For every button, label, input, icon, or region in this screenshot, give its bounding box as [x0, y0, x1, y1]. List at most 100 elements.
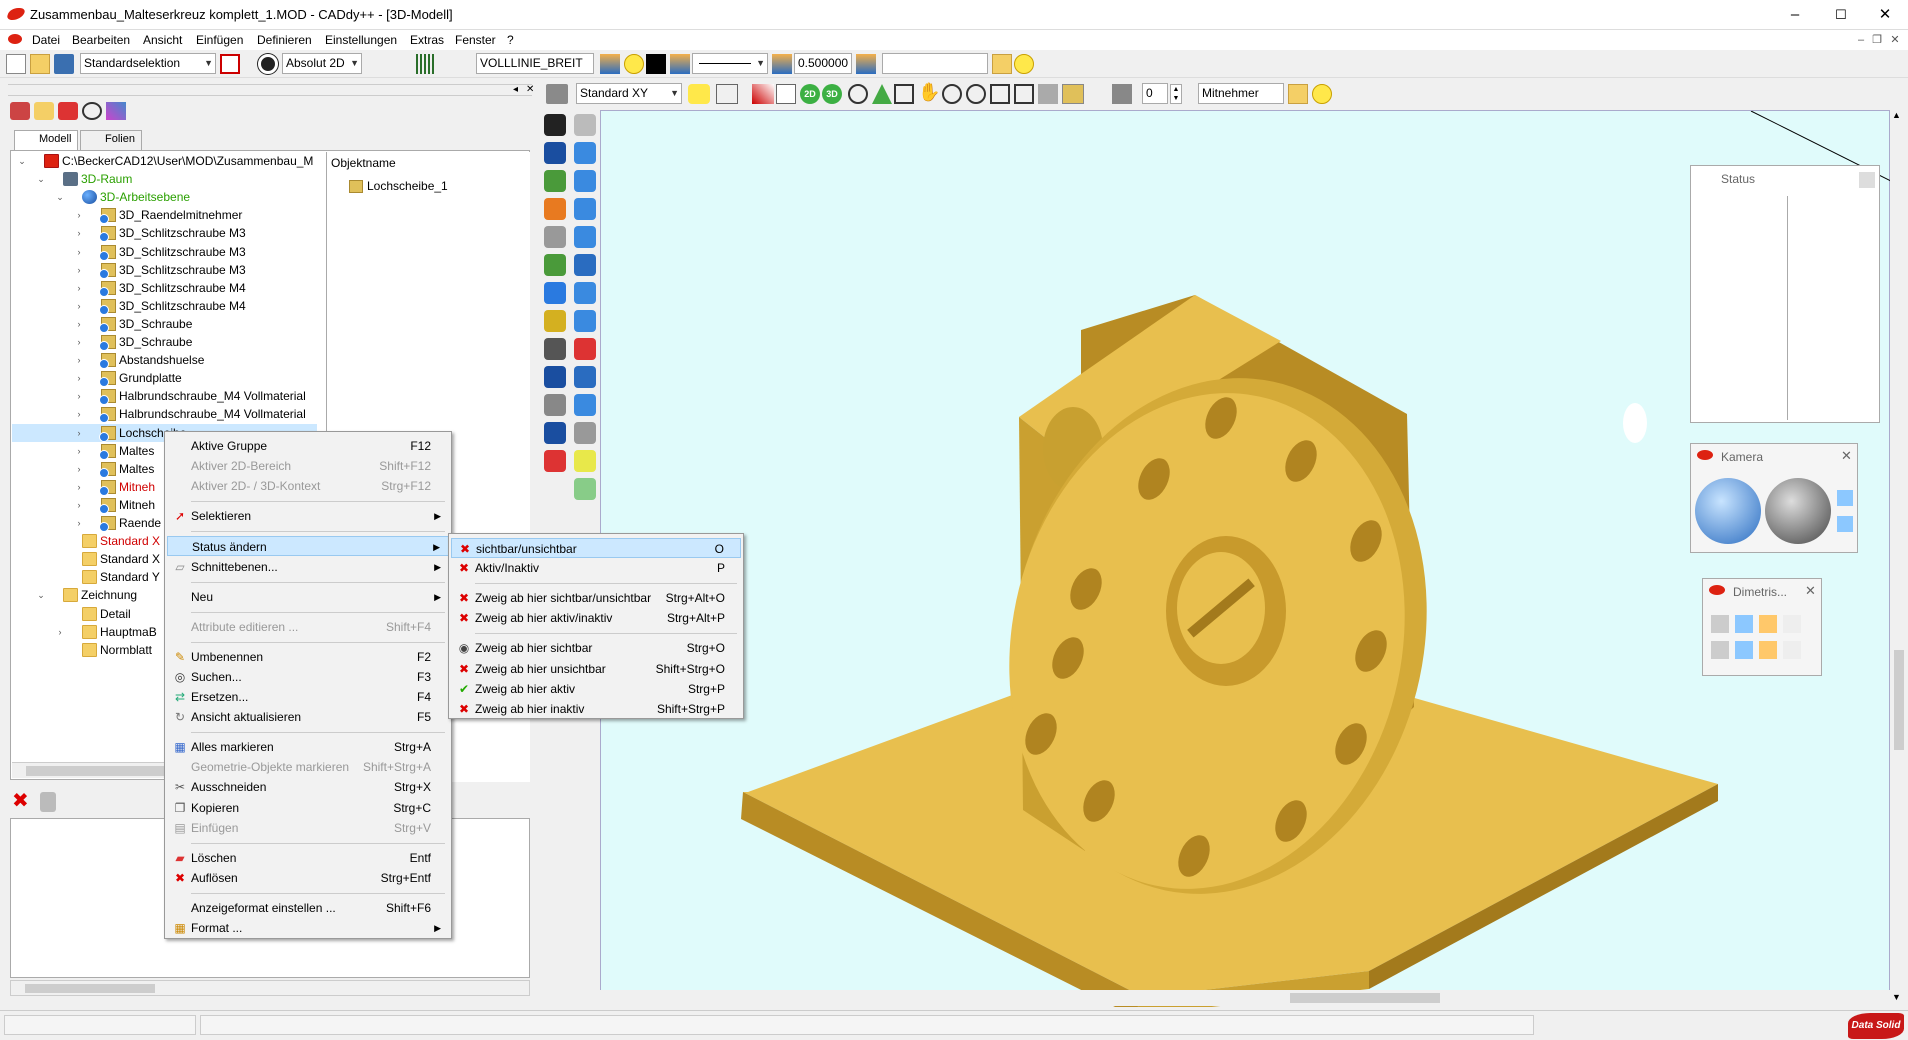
camera-cube1-icon[interactable] — [1837, 490, 1853, 506]
view-select[interactable]: Standard XY ▼ — [576, 83, 682, 104]
menu-item[interactable]: Status ändern ▶ — [167, 536, 449, 557]
tool-icon[interactable] — [544, 226, 566, 248]
maximize-button[interactable]: ☐ — [1818, 0, 1864, 30]
tool-icon[interactable] — [544, 170, 566, 192]
status-panel-close[interactable] — [1859, 172, 1875, 188]
color-gray-icon[interactable] — [1112, 84, 1132, 104]
vscroll-down-icon[interactable]: ▼ — [1892, 992, 1901, 1002]
tree-node[interactable]: › 3D_Raendelmitnehmer — [12, 206, 317, 225]
menu-definieren[interactable]: Definieren — [257, 33, 312, 47]
num-spinner[interactable]: ▲ ▼ — [1170, 84, 1182, 104]
view-cube-6-icon[interactable] — [1735, 641, 1753, 659]
layer-stack-icon[interactable] — [670, 54, 690, 74]
left-hscroll[interactable] — [10, 980, 530, 996]
expander-icon[interactable]: › — [73, 424, 85, 442]
minimize-button[interactable]: – — [1772, 0, 1818, 30]
layer-stack-icon[interactable] — [600, 54, 620, 74]
layer-stack-icon[interactable] — [856, 54, 876, 74]
tree-hscroll-thumb[interactable] — [26, 766, 176, 776]
hand-tool-icon[interactable] — [58, 102, 78, 120]
hscroll-thumb[interactable] — [1290, 993, 1440, 1003]
tree-node[interactable]: › 3D_Schlitzschraube M3 — [12, 261, 317, 279]
zoom-prev-icon[interactable] — [1014, 84, 1034, 104]
menu-item[interactable]: ▦ Format ... ▶ — [167, 918, 449, 938]
object-item[interactable]: Lochscheibe_1 — [367, 179, 448, 193]
menu-item[interactable]: ◎ Suchen... F3 — [167, 667, 449, 687]
line-style-select[interactable]: ▼ — [692, 53, 768, 74]
menu-item[interactable]: ✖ Aktiv/Inaktiv P — [451, 558, 741, 578]
search-tool-icon[interactable] — [82, 102, 102, 120]
expander-icon[interactable]: › — [73, 496, 85, 514]
tree-node[interactable]: › 3D_Schlitzschraube M3 — [12, 243, 317, 261]
expander-icon[interactable]: › — [73, 514, 85, 532]
expander-icon[interactable]: › — [73, 442, 85, 460]
menu-item[interactable]: ✂ Ausschneiden Strg+X — [167, 777, 449, 797]
menu-help[interactable]: ? — [507, 33, 514, 47]
tool-icon[interactable] — [544, 338, 566, 360]
expander-icon[interactable]: › — [73, 297, 85, 315]
viewport-hscroll[interactable] — [600, 990, 1890, 1006]
menu-ansicht[interactable]: Ansicht — [143, 33, 182, 47]
view-cube-3-icon[interactable] — [1759, 615, 1777, 633]
tree-node[interactable]: › 3D_Schlitzschraube M3 — [12, 224, 317, 243]
btn-3d[interactable]: 3D — [822, 84, 842, 104]
view-cube-icon[interactable] — [546, 84, 568, 104]
grid-icon[interactable] — [416, 54, 436, 74]
camera-rotate-icon[interactable] — [1765, 478, 1831, 544]
pan-hand-icon[interactable]: ✋ — [918, 82, 940, 104]
tool-icon[interactable] — [544, 366, 566, 388]
tool-icon[interactable] — [574, 450, 596, 472]
expander-icon[interactable]: ⌄ — [16, 152, 28, 170]
menu-item[interactable]: ▦ Alles markieren Strg+A — [167, 737, 449, 757]
rotate-icon[interactable] — [848, 84, 868, 104]
tool-icon[interactable] — [574, 114, 596, 136]
tool-icon[interactable] — [574, 478, 596, 500]
dimetrisch-close-icon[interactable]: ✕ — [1805, 583, 1816, 599]
layer2-field[interactable]: Mitnehmer — [1198, 83, 1284, 104]
clipboard-icon[interactable] — [40, 792, 56, 812]
perspective-icon[interactable] — [872, 84, 892, 104]
tool-icon[interactable] — [574, 226, 596, 248]
tool-icon[interactable] — [544, 450, 566, 472]
tool-icon[interactable] — [544, 422, 566, 444]
expander-icon[interactable]: › — [73, 243, 85, 261]
vscroll-up-icon[interactable]: ▲ — [1892, 110, 1901, 120]
view-cube-1-icon[interactable] — [1711, 615, 1729, 633]
mdi-close-icon[interactable]: ✕ — [1886, 31, 1904, 49]
select-tool-icon[interactable] — [688, 84, 710, 104]
tool-icon[interactable] — [544, 198, 566, 220]
tree-node[interactable]: ⌄ 3D-Raum — [12, 170, 317, 188]
panel-pin-icon[interactable]: ◂ — [513, 84, 518, 95]
lightbulb-icon[interactable] — [1014, 54, 1034, 74]
pen-tool-icon[interactable] — [752, 84, 774, 104]
tree-node[interactable]: ⌄ C:\BeckerCAD12\User\MOD\Zusammenbau_M — [12, 152, 317, 170]
menu-item[interactable]: Aktive Gruppe F12 — [167, 436, 449, 456]
tool-icon[interactable] — [574, 366, 596, 388]
snap-icon[interactable] — [258, 54, 278, 74]
tree-node[interactable]: › Grundplatte — [12, 369, 317, 388]
menu-item[interactable]: ↻ Ansicht aktualisieren F5 — [167, 707, 449, 727]
close-button[interactable]: ✕ — [1862, 0, 1908, 30]
axis-tool-icon[interactable] — [716, 84, 738, 104]
menu-einstellungen[interactable]: Einstellungen — [325, 33, 397, 47]
btn-2d[interactable]: 2D — [800, 84, 820, 104]
lightbulb-icon[interactable] — [1312, 84, 1332, 104]
color-red-icon[interactable] — [220, 54, 240, 74]
expander-icon[interactable]: ⌄ — [35, 586, 47, 604]
tab-modell[interactable]: Modell — [14, 130, 79, 151]
panel-close-icon[interactable]: ✕ — [526, 84, 534, 95]
menu-item[interactable]: ✖ sichtbar/unsichtbar O — [451, 538, 741, 558]
tool-icon[interactable] — [544, 254, 566, 276]
view-cube-7-icon[interactable] — [1759, 641, 1777, 659]
expander-icon[interactable]: › — [54, 623, 66, 641]
left-hscroll-thumb[interactable] — [25, 984, 155, 993]
tool-icon[interactable] — [574, 142, 596, 164]
linewidth-field[interactable]: 0.500000 — [794, 53, 852, 74]
tree-node[interactable]: › Abstandshuelse — [12, 351, 317, 370]
expander-icon[interactable]: › — [73, 351, 85, 369]
delete-tool-icon[interactable] — [10, 102, 30, 120]
menu-item[interactable]: ✎ Umbenennen F2 — [167, 647, 449, 667]
tree-node[interactable]: ⌄ 3D-Arbeitsebene — [12, 188, 317, 206]
tree-node[interactable]: › 3D_Schraube — [12, 315, 317, 333]
save-icon[interactable] — [54, 54, 74, 74]
